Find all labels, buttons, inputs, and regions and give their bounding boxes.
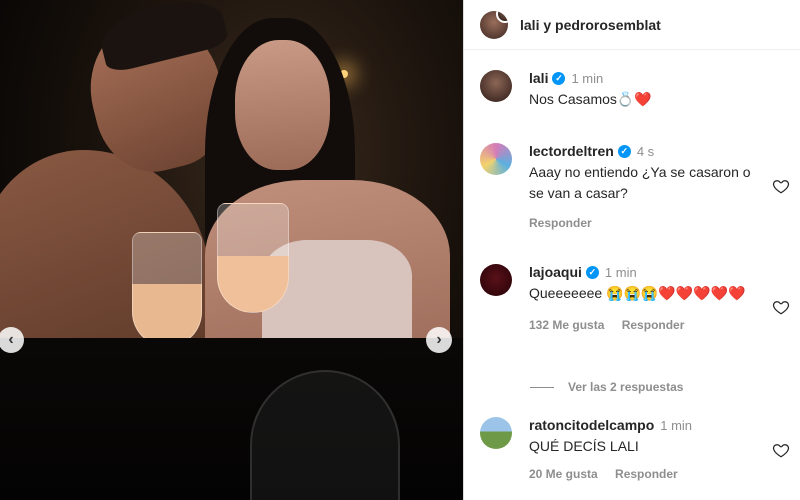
- post-photo: ‹ ›: [0, 0, 463, 500]
- comments-panel: lali y pedrorosemblat lali ✓ 1 min Nos C…: [463, 0, 800, 500]
- comment-item: lectordeltren ✓ 4 s Aaay no entiendo ¿Ya…: [480, 143, 790, 230]
- comment-username[interactable]: lajoaqui: [529, 264, 582, 280]
- heart-outline-icon[interactable]: [772, 441, 790, 459]
- view-replies-label: Ver las 2 respuestas: [568, 380, 684, 394]
- avatar[interactable]: [480, 264, 512, 296]
- avatar[interactable]: [480, 417, 512, 449]
- chevron-right-icon: ›: [436, 331, 442, 348]
- reply-button[interactable]: Responder: [622, 318, 685, 332]
- comment-time[interactable]: 4 s: [637, 144, 654, 159]
- reply-button[interactable]: Responder: [615, 467, 678, 481]
- chevron-left-icon: ‹: [8, 331, 14, 348]
- caption: lali ✓ 1 min Nos Casamos💍❤️: [480, 70, 790, 110]
- wine-glass: [217, 203, 289, 313]
- verified-badge-icon: ✓: [585, 265, 599, 279]
- verified-badge-icon: ✓: [552, 71, 566, 85]
- comment-item: lajoaqui ✓ 1 min Queeeeeee 😭😭😭❤️❤️❤️❤️❤️…: [480, 264, 790, 332]
- comment-item: ratoncitodelcampo 1 min QUÉ DECÍS LALI 2…: [480, 417, 790, 481]
- comment-username[interactable]: lali: [529, 70, 548, 86]
- replies-divider: [530, 386, 554, 388]
- avatar[interactable]: [480, 143, 512, 175]
- avatar[interactable]: [480, 70, 512, 102]
- heart-outline-icon[interactable]: [772, 177, 790, 195]
- next-photo-button[interactable]: ›: [426, 327, 452, 353]
- post-header: lali y pedrorosemblat: [464, 0, 800, 50]
- reply-button[interactable]: Responder: [529, 216, 592, 230]
- post-authors[interactable]: lali y pedrorosemblat: [520, 17, 661, 33]
- photo-person-woman-face: [235, 40, 330, 170]
- comment-text: Queeeeeee 😭😭😭❤️❤️❤️❤️❤️: [529, 285, 746, 301]
- author-avatar[interactable]: [480, 10, 508, 39]
- comment-username[interactable]: ratoncitodelcampo: [529, 417, 654, 433]
- coauthor-avatar[interactable]: [496, 10, 508, 23]
- comment-time[interactable]: 1 min: [605, 265, 637, 280]
- comment-text: Aaay no entiendo ¿Ya se casaron o se van…: [529, 164, 751, 201]
- comment-username[interactable]: lectordeltren: [529, 143, 614, 159]
- likes-count[interactable]: 20 Me gusta: [529, 467, 598, 481]
- verified-badge-icon: ✓: [617, 144, 631, 158]
- comment-time[interactable]: 1 min: [571, 71, 603, 86]
- comment-time[interactable]: 1 min: [660, 418, 692, 433]
- comment-text: QUÉ DECÍS LALI: [529, 438, 639, 454]
- heart-outline-icon[interactable]: [772, 298, 790, 316]
- wine-glass: [132, 232, 202, 347]
- view-replies-button[interactable]: Ver las 2 respuestas: [530, 380, 683, 394]
- likes-count[interactable]: 132 Me gusta: [529, 318, 604, 332]
- comment-text: Nos Casamos💍❤️: [529, 91, 652, 107]
